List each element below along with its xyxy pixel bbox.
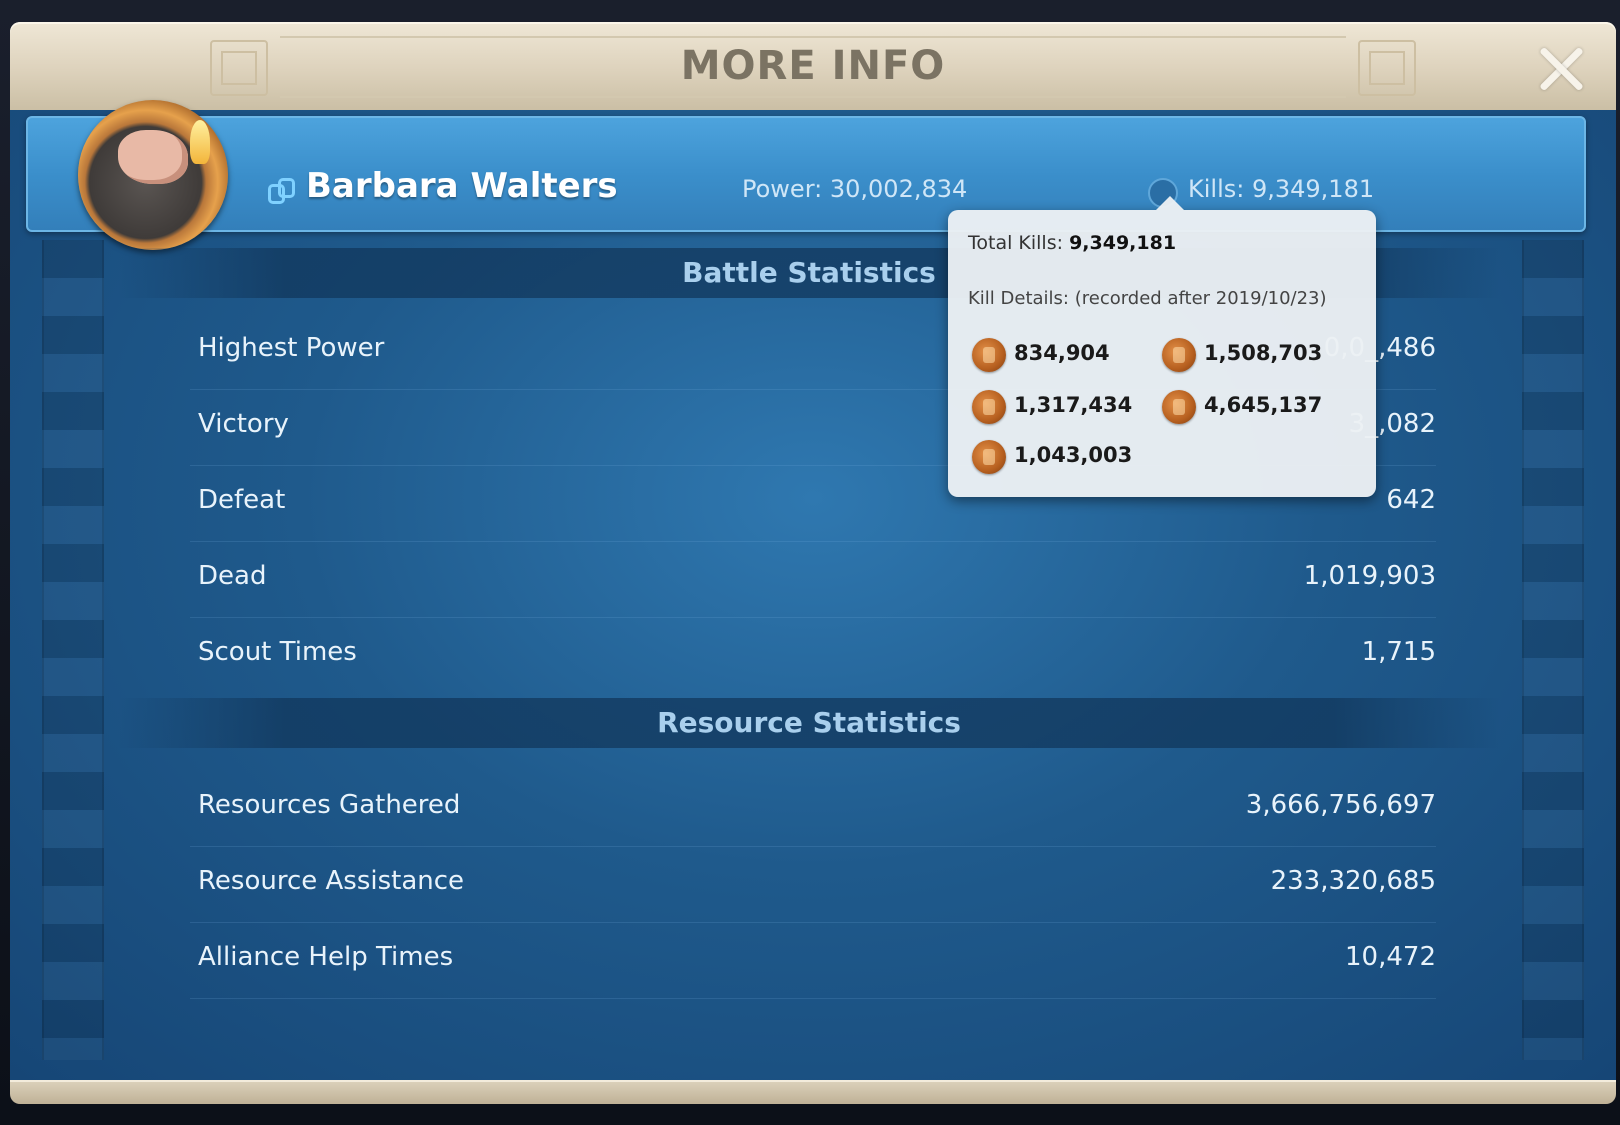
stat-label: Resources Gathered (198, 790, 461, 820)
kill-tier-value: 4,645,137 (1204, 393, 1323, 417)
stat-value: 642 (1386, 485, 1436, 515)
link-icon[interactable] (268, 178, 295, 204)
player-power: Power: 30,002,834 (742, 175, 968, 203)
stat-label: Resource Assistance (198, 866, 465, 896)
stat-value: 233,320,685 (1270, 866, 1436, 896)
dialog-title: MORE INFO (680, 43, 946, 89)
stat-row-resources-gathered: Resources Gathered 3,666,756,697 (190, 770, 1436, 847)
stat-label: Defeat (198, 485, 286, 515)
title-bar: MORE INFO (10, 22, 1616, 110)
stat-label: Dead (198, 561, 267, 591)
resource-statistics-title: Resource Statistics (657, 706, 961, 739)
kill-medal-icon (972, 440, 1006, 474)
kill-medal-icon (1162, 390, 1196, 424)
stat-label: Highest Power (198, 333, 385, 363)
kill-medal-icon (972, 390, 1006, 424)
left-border-pattern (42, 240, 104, 1060)
tooltip-total-kills: Total Kills: 9,349,181 (968, 232, 1176, 254)
kills-tooltip: Total Kills: 9,349,181 Kill Details: (re… (948, 196, 1376, 497)
resource-statistics-header: Resource Statistics (118, 698, 1500, 748)
stat-label: Alliance Help Times (198, 942, 454, 972)
tooltip-total-label: Total Kills: (968, 232, 1070, 254)
kill-medal-icon (1162, 338, 1196, 372)
tooltip-total-value: 9,349,181 (1069, 232, 1177, 254)
kill-medal-icon (972, 338, 1006, 372)
stat-row-alliance-help-times: Alliance Help Times 10,472 (190, 922, 1436, 999)
bottom-frame (10, 1080, 1616, 1104)
player-name: Barbara Walters (306, 166, 618, 206)
stat-value: 10,472 (1345, 942, 1436, 972)
stat-row-scout-times: Scout Times 1,715 (190, 617, 1436, 693)
kill-tier-value: 1,043,003 (1014, 443, 1133, 467)
stat-value: 3,666,756,697 (1245, 790, 1436, 820)
stat-value: 1,715 (1361, 637, 1436, 667)
stat-row-dead: Dead 1,019,903 (190, 541, 1436, 618)
player-kills[interactable]: Kills: 9,349,181 (1188, 175, 1374, 203)
tooltip-kill-details: Kill Details: (recorded after 2019/10/23… (968, 288, 1327, 309)
kill-tier-value: 1,317,434 (1014, 393, 1133, 417)
kill-tier-value: 834,904 (1014, 341, 1110, 365)
stat-row-resource-assistance: Resource Assistance 233,320,685 (190, 846, 1436, 923)
player-avatar[interactable] (78, 100, 228, 250)
stat-value: 1,019,903 (1303, 561, 1436, 591)
kill-tier-value: 1,508,703 (1204, 341, 1323, 365)
stat-label: Scout Times (198, 637, 357, 667)
right-border-pattern (1522, 240, 1584, 1060)
stat-label: Victory (198, 409, 289, 439)
close-icon[interactable] (1536, 44, 1586, 94)
